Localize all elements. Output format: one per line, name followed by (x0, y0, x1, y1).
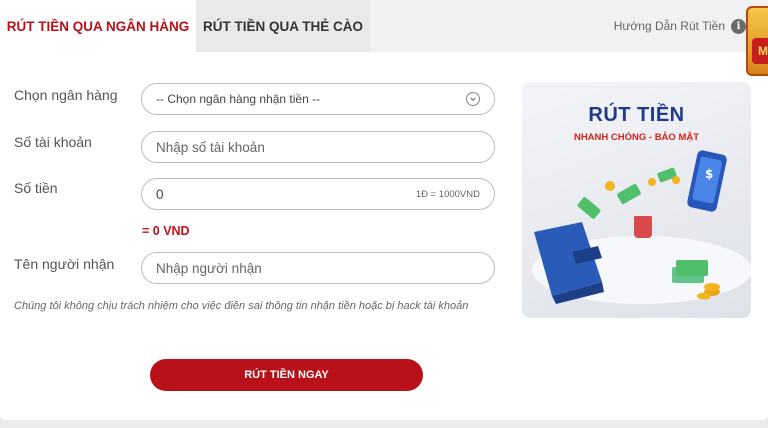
svg-text:$: $ (705, 167, 713, 181)
recipient-placeholder: Nhập người nhận (156, 260, 262, 276)
promo-banner: RÚT TIỀN NHANH CHÓNG - BẢO MẬT $ (522, 82, 751, 318)
withdraw-panel: RÚT TIỀN QUA NGÂN HÀNG RÚT TIỀN QUA THẺ … (0, 0, 768, 420)
account-placeholder: Nhập số tài khoản (156, 139, 265, 155)
red-box-shape (634, 214, 652, 238)
info-icon[interactable]: i (731, 18, 746, 34)
account-number-input[interactable]: Nhập số tài khoản (141, 131, 495, 163)
account-label: Số tài khoản (14, 134, 92, 150)
bank-label: Chọn ngân hàng (14, 87, 118, 103)
amount-value: 0 (156, 186, 164, 202)
amount-equivalent: = 0 VND (142, 224, 190, 238)
withdraw-guide-link[interactable]: Hướng Dẫn Rút Tiền i (614, 0, 746, 52)
m-logo-icon: M (752, 38, 768, 64)
chevron-down-icon (466, 92, 480, 106)
tab-bank-withdraw[interactable]: RÚT TIỀN QUA NGÂN HÀNG (0, 0, 196, 52)
bank-select[interactable]: -- Chọn ngân hàng nhận tiền -- (141, 83, 495, 115)
guide-label: Hướng Dẫn Rút Tiền (613, 19, 725, 33)
amount-rate: 1Đ = 1000VND (415, 188, 480, 200)
recipient-input[interactable]: Nhập người nhận (141, 252, 495, 284)
banner-illustration: $ (532, 150, 751, 304)
tab-bar: RÚT TIỀN QUA NGÂN HÀNG RÚT TIỀN QUA THẺ … (0, 0, 768, 76)
wallet-icon (534, 222, 604, 304)
box-lid-shape (632, 210, 654, 216)
amount-label: Số tiền (14, 180, 58, 196)
recipient-label: Tên người nhận (14, 256, 115, 272)
tab-card-withdraw[interactable]: RÚT TIỀN QUA THẺ CÀO (196, 0, 370, 52)
corner-game-icon[interactable]: M (746, 6, 768, 76)
disclaimer-text: Chúng tôi không chịu trách nhiệm cho việ… (14, 300, 469, 312)
withdraw-now-button[interactable]: RÚT TIỀN NGAY (150, 359, 423, 391)
phone-icon: $ (687, 150, 727, 212)
bank-select-value: -- Chọn ngân hàng nhận tiền -- (156, 92, 321, 106)
amount-input[interactable]: 0 1Đ = 1000VND (141, 178, 495, 210)
